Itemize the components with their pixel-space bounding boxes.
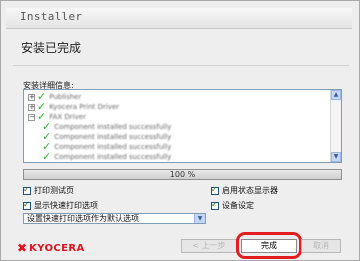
installer-window: Installer 安装已完成 安装详细信息: + ✓ Publisher + … [0, 0, 360, 261]
kyocera-logo: ✖ KYOCERA [17, 241, 85, 255]
tree-item[interactable]: ✓ Component installed successfully [42, 141, 172, 152]
finish-button[interactable]: 完成 [241, 239, 297, 253]
kyocera-wordmark: KYOCERA [29, 242, 85, 254]
status-monitor-option[interactable]: 启用状态显示器 [211, 185, 278, 196]
collapse-icon[interactable]: − [28, 113, 35, 121]
tree-item-label: Component installed successfully [54, 143, 172, 151]
tree-item[interactable]: − ✓ FAX Driver [28, 111, 86, 122]
tree-item[interactable]: + ✓ Publisher [28, 91, 82, 102]
quick-print-option[interactable]: 显示快速打印选项 [23, 200, 98, 211]
quick-print-checkbox[interactable] [23, 200, 31, 210]
default-option-select[interactable]: 设置快速打印选项作为默认选项 ▼ [23, 213, 206, 224]
tree-item-label: Publisher [49, 93, 82, 101]
tree-item-label: Component installed successfully [54, 123, 172, 131]
check-icon: ✓ [42, 150, 52, 163]
device-settings-label: 设备设定 [222, 201, 254, 210]
chevron-down-icon[interactable]: ▼ [194, 214, 205, 223]
tree-item-label: FAX Driver [49, 113, 86, 121]
tree-item[interactable]: ✓ Component installed successfully [42, 121, 172, 132]
title-bar: Installer [6, 8, 352, 29]
scroll-up-icon[interactable]: ▲ [331, 90, 341, 100]
back-button[interactable]: < 上一步 [181, 239, 237, 253]
print-test-page-checkbox[interactable] [23, 185, 31, 195]
status-monitor-label: 启用状态显示器 [222, 186, 278, 195]
quick-print-label: 显示快速打印选项 [34, 201, 98, 210]
device-settings-option[interactable]: 设备设定 [211, 200, 254, 211]
scroll-down-icon[interactable]: ▼ [331, 152, 341, 162]
status-monitor-checkbox[interactable] [211, 185, 219, 195]
tree-item[interactable]: ✓ Component installed successfully [42, 150, 172, 163]
print-test-page-label: 打印测试页 [34, 186, 74, 195]
details-tree[interactable]: + ✓ Publisher + ✓ Kyocera Print Driver −… [23, 89, 342, 163]
header-panel: 安装已完成 [13, 35, 349, 66]
tree-item-label: Component installed successfully [54, 133, 172, 141]
expand-icon[interactable]: + [28, 103, 35, 111]
kyocera-mark-icon: ✖ [17, 241, 28, 255]
default-option-value: 设置快速打印选项作为默认选项 [27, 214, 139, 223]
window-title: Installer [20, 10, 83, 23]
expand-icon[interactable]: + [28, 93, 35, 101]
tree-item-label: Component installed successfully [54, 153, 172, 161]
device-settings-checkbox[interactable] [211, 200, 219, 210]
print-test-page-option[interactable]: 打印测试页 [23, 185, 74, 196]
cancel-button[interactable]: 取消 [301, 239, 341, 253]
tree-item-label: Kyocera Print Driver [49, 103, 120, 111]
page-title: 安装已完成 [21, 41, 82, 55]
progress-label: 100 % [169, 170, 196, 179]
tree-item[interactable]: ✓ Component installed successfully [42, 131, 172, 142]
progress-bar: 100 % [23, 169, 342, 180]
tree-scrollbar[interactable]: ▲ ▼ [330, 90, 341, 162]
